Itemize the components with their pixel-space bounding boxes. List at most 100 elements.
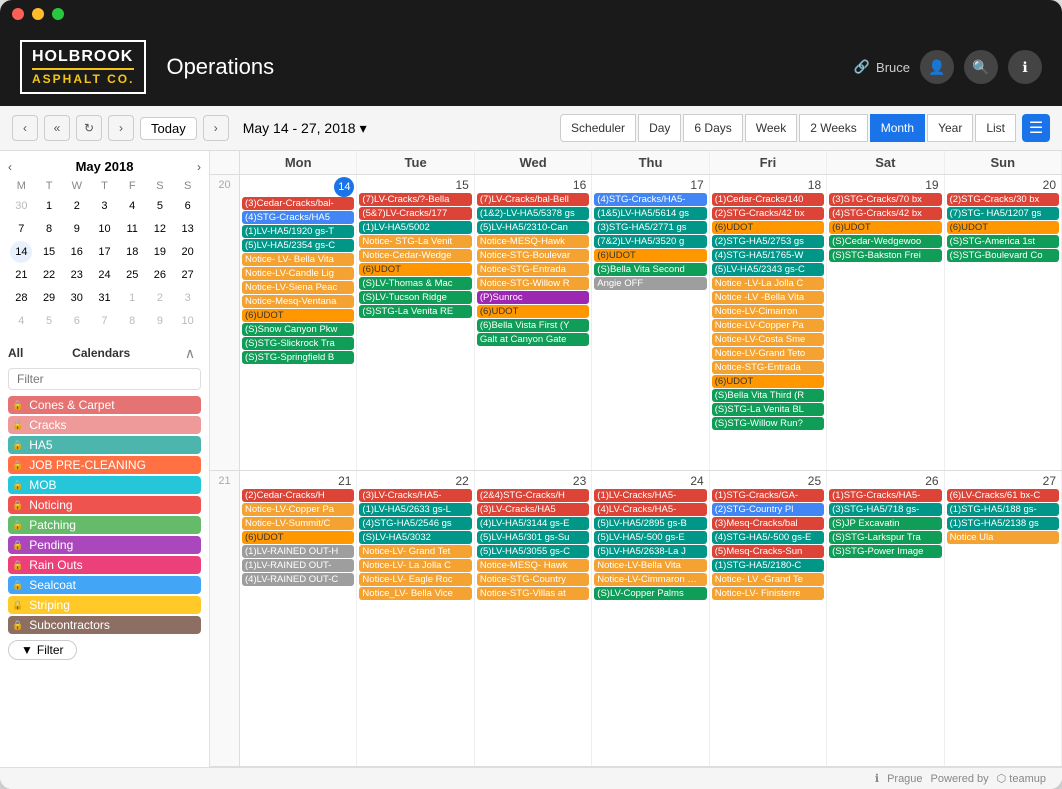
calendar-event[interactable]: (S)STG-Slickrock Tra <box>242 337 354 350</box>
calendar-event[interactable]: (S)JP Excavatin <box>829 517 941 530</box>
calendar-day-cell[interactable]: 15(7)LV-Cracks/?-Bella(5&7)LV-Cracks/177… <box>357 175 474 470</box>
calendar-item-job-pre-cleaning[interactable]: 🔒JOB PRE-CLEANING <box>8 456 201 474</box>
calendar-event[interactable]: (4)STG-Cracks/42 bx <box>829 207 941 220</box>
calendar-event[interactable]: (1)STG-HA5/2180-C <box>712 559 824 572</box>
calendar-event[interactable]: Notice- LV- Bella Vita <box>242 253 354 266</box>
calendar-event[interactable]: (6)UDOT <box>829 221 941 234</box>
calendar-day-cell[interactable]: 16(7)LV-Cracks/bal-Bell(1&2)-LV-HA5/5378… <box>475 175 592 470</box>
calendar-event[interactable]: (1&5)LV-HA5/5614 gs <box>594 207 706 220</box>
calendar-event[interactable]: (S)STG-La Venita RE <box>359 305 471 318</box>
calendar-event[interactable]: Notice-Cedar-Wedge <box>359 249 471 262</box>
calendar-item-cracks[interactable]: 🔒Cracks <box>8 416 201 434</box>
view-day-btn[interactable]: Day <box>638 114 681 142</box>
calendar-event[interactable]: (3)Cedar-Cracks/bal- <box>242 197 354 210</box>
calendar-event[interactable]: (6)UDOT <box>359 263 471 276</box>
calendar-event[interactable]: Notice-LV-Bella Vita <box>594 559 706 572</box>
calendar-day-cell[interactable]: 21(2)Cedar-Cracks/HNotice-LV-Copper PaNo… <box>240 471 357 766</box>
mini-cal-day[interactable]: 7 <box>10 218 32 240</box>
calendar-event[interactable]: (7)STG- HA5/1207 gs <box>947 207 1059 220</box>
calendar-event[interactable]: Galt at Canyon Gate <box>477 333 589 346</box>
filter-btn[interactable]: ▼ Filter <box>8 640 77 660</box>
next-period-btn[interactable]: › <box>203 115 229 141</box>
calendar-event[interactable]: Notice-LV- Grand Tet <box>359 545 471 558</box>
mini-cal-day[interactable]: 15 <box>38 241 60 263</box>
info-btn[interactable]: ℹ <box>1008 50 1042 84</box>
mini-cal-day[interactable]: 7 <box>93 310 115 332</box>
calendar-event[interactable]: (5)Mesq-Cracks-Sun <box>712 545 824 558</box>
mini-cal-day[interactable]: 1 <box>38 195 60 217</box>
calendar-event[interactable]: (5)LV-HA5/2343 gs-C <box>712 263 824 276</box>
calendar-event[interactable]: (4)STG-Cracks/HA5 <box>242 211 354 224</box>
close-btn[interactable] <box>12 8 24 20</box>
mini-cal-day[interactable]: 30 <box>66 287 88 309</box>
calendar-day-cell[interactable]: 26(1)STG-Cracks/HA5-(3)STG-HA5/718 gs-(S… <box>827 471 944 766</box>
calendar-event[interactable]: (4)LV-HA5/3144 gs-E <box>477 517 589 530</box>
calendar-event[interactable]: (6)Bella Vista First (Y <box>477 319 589 332</box>
mini-cal-day[interactable]: 10 <box>177 310 199 332</box>
calendar-event[interactable]: (1)STG-HA5/2138 gs <box>947 517 1059 530</box>
calendar-event[interactable]: Notice-LV-Copper Pa <box>712 319 824 332</box>
mini-cal-day[interactable]: 20 <box>177 241 199 263</box>
mini-cal-day[interactable]: 3 <box>93 195 115 217</box>
calendar-event[interactable]: (1)STG-Cracks/HA5- <box>829 489 941 502</box>
mini-cal-day[interactable]: 16 <box>66 241 88 263</box>
mini-cal-day[interactable]: 6 <box>177 195 199 217</box>
calendar-event[interactable]: (1)LV-RAINED OUT- <box>242 559 354 572</box>
refresh-btn[interactable]: ↻ <box>76 115 102 141</box>
calendar-day-cell[interactable]: 27(6)LV-Cracks/61 bx-C(1)STG-HA5/188 gs-… <box>945 471 1062 766</box>
calendar-event[interactable]: Notice-LV-Candle Lig <box>242 267 354 280</box>
calendar-event[interactable]: (S)STG-Willow Run? <box>712 417 824 430</box>
calendar-event[interactable]: Notice-STG-Boulevar <box>477 249 589 262</box>
calendar-event[interactable]: (3)STG-HA5/2771 gs <box>594 221 706 234</box>
calendar-event[interactable]: (7)LV-Cracks/?-Bella <box>359 193 471 206</box>
calendar-day-cell[interactable]: 17(4)STG-Cracks/HA5-(1&5)LV-HA5/5614 gs(… <box>592 175 709 470</box>
mini-cal-day[interactable]: 26 <box>149 264 171 286</box>
calendar-event[interactable]: (5)LV-HA5/2895 gs-B <box>594 517 706 530</box>
mini-cal-prev-btn[interactable]: ‹ <box>8 160 12 174</box>
view-month-btn[interactable]: Month <box>870 114 925 142</box>
calendar-event[interactable]: (1&2)-LV-HA5/5378 gs <box>477 207 589 220</box>
calendar-event[interactable]: (1)LV-HA5/2633 gs-L <box>359 503 471 516</box>
mini-cal-day[interactable]: 31 <box>93 287 115 309</box>
calendar-event[interactable]: (5&7)LV-Cracks/177 <box>359 207 471 220</box>
calendar-event[interactable]: (4)STG-HA5/2546 gs <box>359 517 471 530</box>
calendar-day-cell[interactable]: 23(2&4)STG-Cracks/H(3)LV-Cracks/HA5(4)LV… <box>475 471 592 766</box>
calendar-event[interactable]: (S)LV-Thomas & Mac <box>359 277 471 290</box>
view-scheduler-btn[interactable]: Scheduler <box>560 114 636 142</box>
calendar-event[interactable]: Notice_LV- Bella Vice <box>359 587 471 600</box>
calendar-event[interactable]: Notice -LV-La Jolla C <box>712 277 824 290</box>
mini-cal-day[interactable]: 12 <box>149 218 171 240</box>
calendar-day-cell[interactable]: 18(1)Cedar-Cracks/140(2)STG-Cracks/42 bx… <box>710 175 827 470</box>
calendar-event[interactable]: (5)LV-HA5/-500 gs-E <box>594 531 706 544</box>
calendar-event[interactable]: (S)STG-Springfield B <box>242 351 354 364</box>
calendar-filter-input[interactable] <box>8 368 201 390</box>
calendar-item-striping[interactable]: 🔒Striping <box>8 596 201 614</box>
calendar-event[interactable]: Notice- STG-La Venit <box>359 235 471 248</box>
mini-cal-day[interactable]: 1 <box>121 287 143 309</box>
calendar-event[interactable]: (S)LV-Copper Palms <box>594 587 706 600</box>
mini-cal-next-btn[interactable]: › <box>197 160 201 174</box>
mini-cal-day[interactable]: 9 <box>66 218 88 240</box>
calendar-day-cell[interactable]: 14(3)Cedar-Cracks/bal-(4)STG-Cracks/HA5(… <box>240 175 357 470</box>
calendar-event[interactable]: (4)LV-Cracks/HA5- <box>594 503 706 516</box>
calendar-event[interactable]: (1)LV-Cracks/HA5- <box>594 489 706 502</box>
calendar-item-rain-outs[interactable]: 🔒Rain Outs <box>8 556 201 574</box>
calendar-event[interactable]: (S)LV-HA5/3032 <box>359 531 471 544</box>
mini-cal-day[interactable]: 27 <box>177 264 199 286</box>
calendars-toggle-btn[interactable]: ∧ <box>179 342 201 364</box>
calendar-item-subcontractors[interactable]: 🔒Subcontractors <box>8 616 201 634</box>
calendar-event[interactable]: Notice-STG-Villas at <box>477 587 589 600</box>
mini-cal-day[interactable]: 14 <box>10 241 32 263</box>
search-btn[interactable]: 🔍 <box>964 50 998 84</box>
calendar-event[interactable]: (1)LV-HA5/5002 <box>359 221 471 234</box>
calendar-event[interactable]: Notice-LV-Costa Sme <box>712 333 824 346</box>
calendar-event[interactable]: (5)LV-HA5/301 gs-Su <box>477 531 589 544</box>
calendar-event[interactable]: (5)LV-HA5/2638-La J <box>594 545 706 558</box>
fast-next-btn-left[interactable]: › <box>108 115 134 141</box>
minimize-btn[interactable] <box>32 8 44 20</box>
mini-cal-day[interactable]: 8 <box>38 218 60 240</box>
view-6days-btn[interactable]: 6 Days <box>683 114 742 142</box>
view-year-btn[interactable]: Year <box>927 114 973 142</box>
calendar-event[interactable]: (2)STG-Country Pl <box>712 503 824 516</box>
calendar-day-cell[interactable]: 22(3)LV-Cracks/HA5-(1)LV-HA5/2633 gs-L(4… <box>357 471 474 766</box>
